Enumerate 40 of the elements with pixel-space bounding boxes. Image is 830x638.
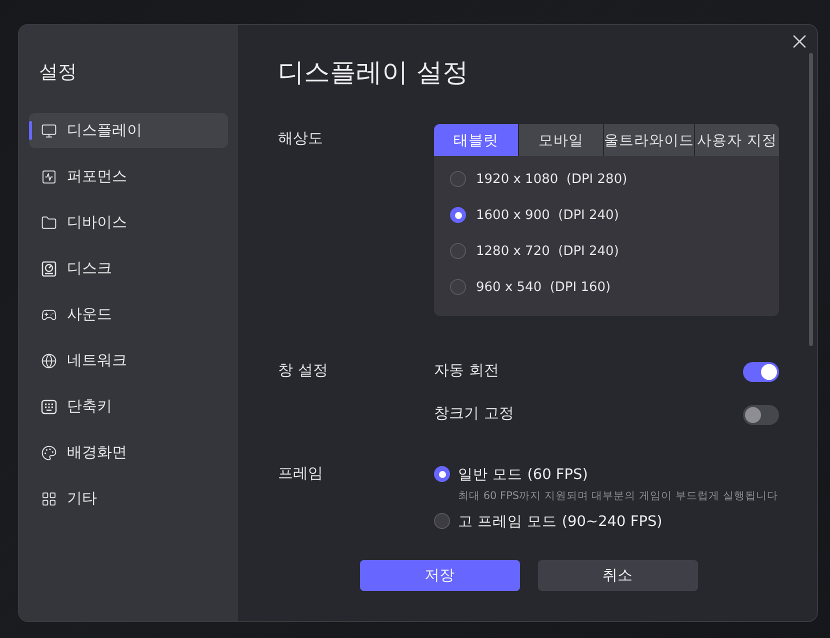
section-label: 프레임 xyxy=(278,463,324,483)
sidebar-title: 설정 xyxy=(38,60,78,84)
resolution-tab[interactable]: 사용자 지정 xyxy=(695,124,779,156)
resolution-option[interactable]: 960 x 540 (DPI 160) xyxy=(434,269,623,305)
resolution-option[interactable]: 1280 x 720 (DPI 240) xyxy=(434,233,631,269)
sidebar-item[interactable]: 기타 xyxy=(29,481,228,516)
option-description: 최대 60 FPS까지 지원되며 대부분의 게임이 부드럽게 실행됩니다 xyxy=(458,489,778,504)
sidebar-item[interactable]: 사운드 xyxy=(29,297,228,332)
sidebar-item[interactable]: 네트워크 xyxy=(29,343,228,378)
sidebar-item[interactable]: 디바이스 xyxy=(29,205,228,240)
save-button[interactable]: 저장 xyxy=(360,560,520,591)
cancel-button[interactable]: 취소 xyxy=(538,560,698,591)
sidebar-item[interactable]: 디스크 xyxy=(29,251,228,286)
resolution-tab[interactable]: 모바일 xyxy=(519,124,603,156)
resolution-option[interactable]: 1920 x 1080 (DPI 280) xyxy=(434,161,640,197)
toggle-switch[interactable] xyxy=(743,362,779,382)
toggle-label: 자동 회전 xyxy=(434,360,499,380)
monitor-icon xyxy=(41,122,57,138)
sidebar-item[interactable]: 디스플레이 xyxy=(29,113,228,148)
sidebar-item[interactable]: 배경화면 xyxy=(29,435,228,470)
toggle-label: 창크기 고정 xyxy=(434,402,514,422)
section-label: 창 설정 xyxy=(278,360,329,380)
section-label: 해상도 xyxy=(278,128,324,148)
frame-mode-option[interactable]: 고 프레임 모드 (90~240 FPS) xyxy=(434,510,662,532)
resolution-option[interactable]: 1600 x 900 (DPI 240) xyxy=(434,197,631,233)
activity-icon xyxy=(41,168,57,184)
sidebar-item[interactable]: 단축키 xyxy=(29,389,228,424)
frame-mode-option[interactable]: 일반 모드 (60 FPS) xyxy=(434,463,588,485)
globe-icon xyxy=(41,352,57,368)
palette-icon xyxy=(41,444,57,460)
resolution-tab[interactable]: 태블릿 xyxy=(434,124,518,156)
toggle-switch[interactable] xyxy=(743,405,779,425)
scrollbar-thumb[interactable] xyxy=(809,53,813,346)
keypad-icon xyxy=(41,398,57,414)
folder-icon xyxy=(41,214,57,230)
resolution-tab[interactable]: 울트라와이드 xyxy=(604,124,694,156)
grid-icon xyxy=(41,490,57,506)
close-icon xyxy=(792,34,806,48)
page-title: 디스플레이 설정 xyxy=(278,57,470,89)
sidebar-item[interactable]: 퍼포먼스 xyxy=(29,159,228,194)
